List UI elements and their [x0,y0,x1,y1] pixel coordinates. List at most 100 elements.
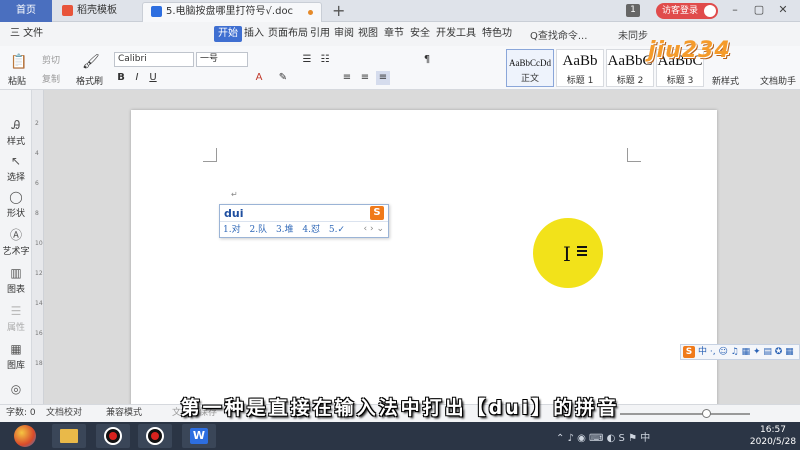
ruler-tick: 16 [35,330,43,337]
ime-candidate[interactable]: 2.队 [249,225,267,235]
ruler-tick: 4 [35,150,39,157]
panel-wordart-label: 艺术字 [2,247,30,257]
tab-document[interactable]: 5.电脑按盘哪里打符号√.doc [142,2,322,22]
start-button[interactable] [14,425,36,447]
sogou-logo-icon: S [370,206,384,220]
bold-button[interactable]: B [114,71,128,85]
menu-view[interactable]: 视图 [358,26,378,42]
ime-candidate-popup: dui S 1.对 2.队 3.堆 4.怼 5.✓ ‹ › ⌄ [219,204,389,238]
doc-icon [151,5,162,17]
window-count-badge[interactable]: 1 [626,4,640,17]
wordart-icon: Ⓐ [9,228,22,242]
visitor-login-button[interactable]: 访客登录 [656,3,718,19]
menu-insert[interactable]: 插入 [244,26,264,42]
new-style-button[interactable]: 新样式 [712,74,739,87]
sync-status[interactable]: 未同步 [618,27,648,42]
menu-references[interactable]: 引用 [310,26,330,42]
document-page[interactable]: ↵ dui S 1.对 2.队 3.堆 4.怼 5.✓ ‹ › ⌄ I [131,110,717,410]
panel-shapes[interactable]: ◯ 形状 [0,190,32,219]
file-explorer-button[interactable] [52,424,86,448]
style-heading-1-sample: AaBb [562,53,598,69]
tab-templates-label: 稻壳模板 [77,5,117,16]
margin-corner-top-left [203,148,217,162]
menu-developer[interactable]: 开发工具 [436,26,476,42]
ime-candidate[interactable]: 1.对 [223,225,241,235]
style-heading-2[interactable]: AaBbC 标题 2 [606,49,654,87]
site-watermark: jiu234 [648,38,731,63]
gallery-icon: ▦ [10,342,22,356]
align-left-icon[interactable]: ≡ [340,71,354,85]
cut-button[interactable]: 剪切 [42,53,60,66]
folder-icon [60,429,78,443]
style-normal[interactable]: AaBbCcDd 正文 [506,49,554,87]
maximize-icon[interactable]: ▢ [752,3,766,17]
menu-features[interactable]: 特色功 [482,26,512,42]
tab-home[interactable]: 首页 [0,0,52,22]
menu-sections[interactable]: 章节 [384,26,404,42]
close-icon[interactable]: ✕ [776,3,790,17]
minimize-icon[interactable]: – [728,3,742,17]
font-size-select[interactable]: 一号 [196,52,248,67]
menu-page-layout[interactable]: 页面布局 [268,26,308,42]
shapes-icon: ◯ [9,190,23,204]
style-heading-3-name: 标题 3 [666,76,694,86]
paste-button[interactable]: 粘贴 [8,74,26,87]
panel-select[interactable]: ↖ 选择 [0,154,32,183]
panel-shapes-label: 形状 [6,209,25,219]
panel-properties[interactable]: ☰ 属性 [0,304,32,333]
ime-status-bar[interactable]: S中 ·, ☺ ♫ ▦ ✦ ▤ ✪ ▦ [680,344,800,360]
font-color-icon[interactable]: A [252,71,266,85]
font-name-select[interactable]: Calibri [114,52,194,67]
chart-icon: ▥ [10,266,22,280]
numbering-icon[interactable]: ☷ [318,53,332,67]
avatar-icon [704,5,716,17]
copy-button[interactable]: 复制 [42,72,60,85]
ime-candidate[interactable]: 3.堆 [276,225,294,235]
wps-taskbar-button[interactable]: W [182,424,216,448]
ime-candidate[interactable]: 4.怼 [302,225,320,235]
tab-document-label: 5.电脑按盘哪里打符号√.doc [166,6,294,17]
italic-button[interactable]: I [130,71,144,85]
style-heading-1[interactable]: AaBb 标题 1 [556,49,604,87]
menu-review[interactable]: 审阅 [334,26,354,42]
panel-gallery[interactable]: ▦ 图库 [0,342,32,371]
record-icon [104,427,122,445]
system-tray[interactable]: ⌃ ♪ ◉ ⌨ ◐ S ⚑ 中 [556,429,650,444]
taskbar-clock[interactable]: 16:57 2020/5/28 [746,424,800,448]
recorder-button[interactable] [96,424,130,448]
tab-templates[interactable]: 稻壳模板 [54,2,140,22]
title-tab-bar: 首页 稻壳模板 5.电脑按盘哪里打符号√.doc + 1 访客登录 – ▢ ✕ [0,0,800,22]
bullets-icon[interactable]: ☰ [300,53,314,67]
ruler-tick: 6 [35,180,39,187]
format-painter-button[interactable]: 格式刷 [76,74,103,87]
doc-helper-button[interactable]: 文档助手 [760,74,796,87]
ime-candidate[interactable]: 5.✓ [329,225,345,235]
align-center-icon[interactable]: ≡ [358,71,372,85]
windows-taskbar: W ⌃ ♪ ◉ ⌨ ◐ S ⚑ 中 16:57 2020/5/28 [0,422,800,450]
justify-icon[interactable]: ≡ [376,71,390,85]
format-painter-icon[interactable]: 🖌 [82,54,100,70]
search-commands[interactable]: Q查找命令... [530,27,587,42]
panel-styles-label: 样式 [6,137,25,147]
panel-styles[interactable]: Ꭿ 样式 [0,118,32,147]
style-heading-2-sample: AaBbC [607,53,653,69]
paste-icon[interactable]: 📋 [10,54,27,70]
panel-gallery-label: 图库 [6,361,25,371]
panel-wordart[interactable]: Ⓐ 艺术字 [0,228,32,257]
ime-composition-text: dui [224,207,244,220]
ruler-tick: 2 [35,120,39,127]
ruler-tick: 12 [35,270,43,277]
paragraph-mark-icon[interactable]: ¶ [420,53,434,67]
recorder-button-2[interactable] [138,424,172,448]
panel-charts[interactable]: ▥ 图表 [0,266,32,295]
ruler-tick: 10 [35,240,43,247]
file-menu[interactable]: 三 文件 [10,26,43,42]
menu-home[interactable]: 开始 [214,26,242,42]
highlight-icon[interactable]: ✎ [276,71,290,85]
menu-security[interactable]: 安全 [410,26,430,42]
text-cursor-icon: I [563,242,571,266]
ime-page-nav[interactable]: ‹ › ⌄ [364,221,384,237]
visitor-login-label: 访客登录 [662,6,699,16]
new-tab-button[interactable]: + [332,1,345,20]
underline-button[interactable]: U [146,71,160,85]
